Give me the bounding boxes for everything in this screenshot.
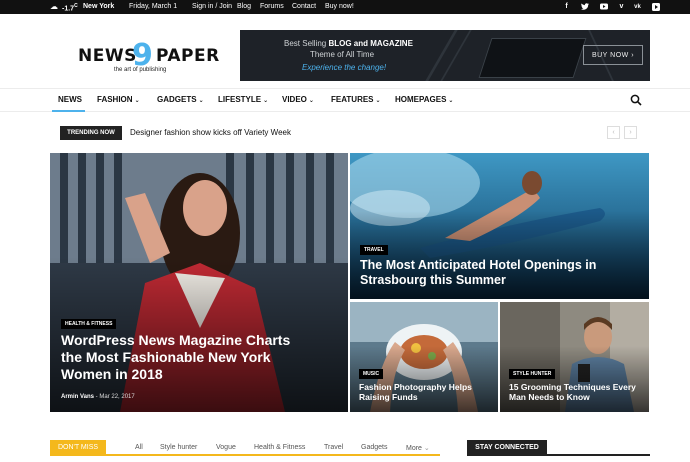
stay-connected-underline [467,454,650,456]
vk-icon[interactable]: vk [633,2,642,11]
post-date: Mar 22, 2017 [99,394,135,400]
weather-icon: ☁ [50,2,58,11]
logo-text-paper: PAPER [156,46,220,66]
twitter-icon[interactable] [580,2,589,11]
banner-line-2: Theme of All Time [310,50,375,59]
featured-post-travel[interactable]: TRAVEL The Most Anticipated Hotel Openin… [350,153,649,299]
chevron-down-icon: ⌄ [375,98,381,104]
banner-line-3: Experience the change! [302,63,387,72]
header-ad-banner[interactable]: Best Selling BLOG and MAGAZINE Theme of … [240,30,650,81]
site-logo[interactable]: NEWS 9 PAPER the art of publishing [78,38,220,78]
main-navigation: NEWS FASHION ⌄ GADGETS ⌄ LIFESTYLE ⌄ VIDEO ⌄… [0,88,690,112]
trending-headline[interactable]: Designer fashion show kicks off Variety … [130,128,291,137]
dont-miss-underline [50,454,440,456]
filter-gadgets[interactable]: Gadgets [361,444,387,451]
filter-more[interactable]: More ⌄ [406,444,430,452]
top-link-contact[interactable]: Contact [292,3,316,10]
temperature: -1.7C [62,3,78,13]
nav-news[interactable]: NEWS [58,95,82,104]
video-play-icon[interactable] [651,2,660,11]
category-badge[interactable]: TRAVEL [360,245,388,255]
chevron-down-icon: ⌄ [198,98,204,104]
category-badge[interactable]: MUSIC [359,369,384,379]
trending-now-label: TRENDING NOW [60,126,122,140]
featured-post-style[interactable]: STYLE HUNTER 15 Grooming Techniques Ever… [500,302,649,412]
banner-device-image [478,38,587,78]
featured-post-music[interactable]: MUSIC Fashion Photography Helps Raising … [350,302,498,412]
top-link-blog[interactable]: Blog [237,3,251,10]
post-title[interactable]: 15 Grooming Techniques Every Man Needs t… [509,382,641,402]
category-badge[interactable]: STYLE HUNTER [509,369,556,379]
post-title[interactable]: Fashion Photography Helps Raising Funds [359,382,489,402]
top-link-forums[interactable]: Forums [260,3,284,10]
nav-lifestyle[interactable]: LIFESTYLE ⌄ [218,95,268,104]
buy-now-button[interactable]: BUY NOW › [583,45,643,65]
chevron-down-icon: ⌄ [448,98,454,104]
logo-text-news: NEWS [78,46,137,66]
featured-post-large[interactable]: HEALTH & FITNESS WordPress News Magazine… [50,153,348,412]
date: Friday, March 1 [129,3,178,10]
dont-miss-label: DON'T MISS [50,440,106,455]
search-icon[interactable] [630,94,642,106]
filter-all[interactable]: All [135,444,143,451]
vimeo-icon[interactable]: v [617,2,626,11]
chevron-down-icon: ⌄ [134,98,140,104]
chevron-down-icon: ⌄ [263,98,269,104]
sign-in-link[interactable]: Sign in / Join [192,3,232,10]
temperature-unit: C [74,3,78,9]
nav-features[interactable]: FEATURES ⌄ [331,95,381,104]
top-bar: ☁ -1.7C New York Friday, March 1 Sign in… [0,0,690,14]
nav-active-indicator [52,110,85,112]
filter-vogue[interactable]: Vogue [216,444,236,451]
filter-style-hunter[interactable]: Style hunter [160,444,197,451]
post-author[interactable]: Armin Vans [61,394,94,400]
city: New York [83,3,115,10]
trending-prev-button[interactable]: ‹ [607,126,620,139]
post-title[interactable]: The Most Anticipated Hotel Openings in S… [360,258,630,288]
chevron-down-icon: ⌄ [308,98,314,104]
logo-tagline: the art of publishing [114,67,167,73]
post-title[interactable]: WordPress News Magazine Charts the Most … [61,332,311,382]
nav-gadgets[interactable]: GADGETS ⌄ [157,95,204,104]
nav-fashion[interactable]: FASHION ⌄ [97,95,140,104]
facebook-icon[interactable]: f [562,2,571,11]
top-link-buy-now[interactable]: Buy now! [325,3,354,10]
nav-video[interactable]: VIDEO ⌄ [282,95,314,104]
youtube-icon[interactable] [599,2,608,11]
nav-homepages[interactable]: HOMEPAGES ⌄ [395,95,453,104]
stay-connected-label: STAY CONNECTED [467,440,547,455]
chevron-down-icon: ⌄ [423,445,430,452]
banner-line-1: Best Selling BLOG and MAGAZINE [284,39,413,48]
trending-next-button[interactable]: › [624,126,637,139]
post-meta: Armin Vans - Mar 22, 2017 [61,394,135,400]
filter-health-fitness[interactable]: Health & Fitness [254,444,305,451]
filter-travel[interactable]: Travel [324,444,343,451]
category-badge[interactable]: HEALTH & FITNESS [61,319,117,329]
